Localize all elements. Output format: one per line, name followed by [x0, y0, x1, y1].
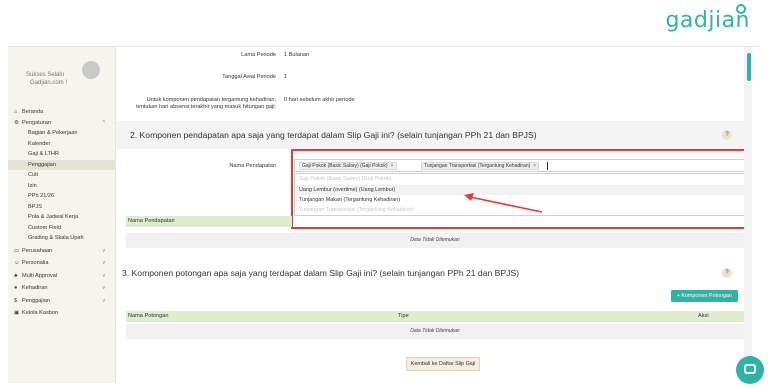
chevron-down-icon: v	[102, 285, 106, 291]
greeting-line-2: Gadjian.com !	[30, 80, 68, 86]
sidebar-item-izin[interactable]: Izin	[8, 181, 115, 192]
section-3-help-icon[interactable]: ?	[722, 268, 732, 278]
home-icon: ⌂	[14, 109, 18, 115]
section-2-title: 2. Komponen pendapatan apa saja yang ter…	[130, 130, 537, 140]
sidebar-nav: ⌂ Beranda ⚙ Pengaturan ^ Bagian & Pekerjaan…	[8, 107, 115, 319]
sidebar-item-perusahaan[interactable]: ▭ Perusahaan v	[8, 246, 115, 257]
chat-icon	[744, 364, 756, 374]
col-tipe: Tipe	[398, 313, 409, 319]
nama-pendapatan-label: Nama Pendapatan	[229, 163, 276, 169]
avatar[interactable]	[82, 61, 100, 79]
sidebar-item-custom-field[interactable]: Custom Field	[8, 223, 115, 234]
main-content: Lama Periode 1 Bulanan Tanggal Awal Peri…	[116, 47, 752, 383]
potongan-table-header: Nama Potongan Tipe Aksi	[126, 311, 744, 322]
approval-icon: ♣	[14, 272, 18, 279]
chevron-down-icon: v	[102, 260, 106, 266]
sidebar-item-bpjs[interactable]: BPJS	[8, 202, 115, 213]
sidebar-item-bagian-pekerjaan[interactable]: Bagian & Pekerjaan	[8, 128, 115, 139]
logo-mark-icon	[736, 4, 746, 14]
profile-greeting: Sukses Selalu Gadjian.com !	[26, 71, 67, 87]
person-icon: ☺	[14, 260, 20, 266]
pendapatan-table-header: Nama Pendapatan	[126, 216, 292, 227]
chevron-down-icon: v	[102, 272, 106, 279]
scrollbar-thumb[interactable]	[747, 53, 751, 81]
tanggal-awal-label: Tanggal Awal Periode	[222, 74, 276, 80]
chat-button[interactable]	[736, 356, 764, 384]
app-frame: Sukses Selalu Gadjian.com ! ⌂ Beranda ⚙ Pe…	[8, 46, 760, 383]
chevron-down-icon: v	[102, 297, 106, 304]
komponen-note-value: 0 hari sebelum akhir periode	[284, 97, 355, 103]
nama-pendapatan-row: Nama Pendapatan	[116, 163, 286, 171]
sidebar-item-cuti[interactable]: Cuti	[8, 170, 115, 181]
pendapatan-empty-row: Data Tidak Ditemukan	[126, 233, 744, 248]
greeting-line-1: Sukses Selalu	[26, 72, 65, 78]
sidebar: Sukses Selalu Gadjian.com ! ⌂ Beranda ⚙ Pe…	[8, 47, 116, 383]
payroll-icon: $	[14, 297, 18, 304]
sidebar-item-grading[interactable]: Grading & Skala Upah	[8, 233, 115, 244]
komponen-note-row: Untuk komponen pendapatan tergantung keh…	[116, 97, 516, 113]
sidebar-item-kelola-kasbon[interactable]: ▣ Kelola Kasbon	[8, 308, 115, 319]
sidebar-item-personalia[interactable]: ☺ Personalia v	[8, 258, 115, 269]
potongan-empty-row: Data Tidak Ditemukan	[126, 324, 744, 339]
tanggal-awal-row: Tanggal Awal Periode 1	[116, 74, 516, 82]
sidebar-item-pengaturan[interactable]: ⚙ Pengaturan ^	[8, 118, 115, 129]
sidebar-item-penggajian-setting[interactable]: Penggajian	[8, 159, 115, 170]
top-bar: gadjian	[0, 0, 768, 46]
sidebar-item-multi-approval[interactable]: ♣ Multi Approval v	[8, 271, 115, 282]
section-2-header: 2. Komponen pendapatan apa saja yang ter…	[116, 121, 744, 149]
folder-icon: ▭	[14, 247, 20, 254]
sidebar-item-pph[interactable]: PPh 21/26	[8, 191, 115, 202]
komponen-note-label: Untuk komponen pendapatan tergantung keh…	[136, 97, 276, 110]
lama-periode-label: Lama Periode	[241, 52, 276, 58]
section-2-help-icon[interactable]: ?	[722, 130, 732, 140]
add-komponen-potongan-button[interactable]: + Komponen Potongan	[670, 290, 738, 302]
back-to-slip-list-button[interactable]: Kembali ke Daftar Slip Gaji	[406, 357, 480, 371]
col-nama-potongan: Nama Potongan	[128, 313, 169, 319]
lama-periode-row: Lama Periode 1 Bulanan	[116, 52, 516, 60]
col-aksi: Aksi	[698, 313, 709, 319]
highlight-box	[291, 149, 752, 229]
gear-icon: ⚙	[14, 119, 20, 126]
card-icon: ▣	[14, 310, 20, 316]
annotation-arrow-icon	[464, 193, 543, 213]
chevron-down-icon: v	[102, 247, 106, 254]
sidebar-item-penggajian[interactable]: $ Penggajian v	[8, 296, 115, 307]
scrollbar[interactable]	[744, 47, 752, 383]
section-3-title: 3. Komponen potongan apa saja yang terda…	[122, 268, 520, 278]
section-3-header: 3. Komponen potongan apa saja yang terda…	[116, 257, 744, 285]
profile-card: Sukses Selalu Gadjian.com !	[8, 47, 115, 107]
sidebar-item-gaji-lthr[interactable]: Gaji & LTHR	[8, 149, 115, 160]
sidebar-item-pola-jadwal[interactable]: Pola & Jadwal Kerja	[8, 212, 115, 223]
chevron-up-icon: ^	[102, 119, 105, 126]
sidebar-item-kalender[interactable]: Kalender	[8, 139, 115, 150]
lama-periode-value: 1 Bulanan	[284, 52, 310, 58]
tanggal-awal-value: 1	[284, 74, 288, 80]
sidebar-item-kehadiran[interactable]: ● Kehadiran v	[8, 283, 115, 294]
attendance-icon: ●	[14, 285, 18, 291]
sidebar-item-beranda[interactable]: ⌂ Beranda	[8, 107, 115, 118]
